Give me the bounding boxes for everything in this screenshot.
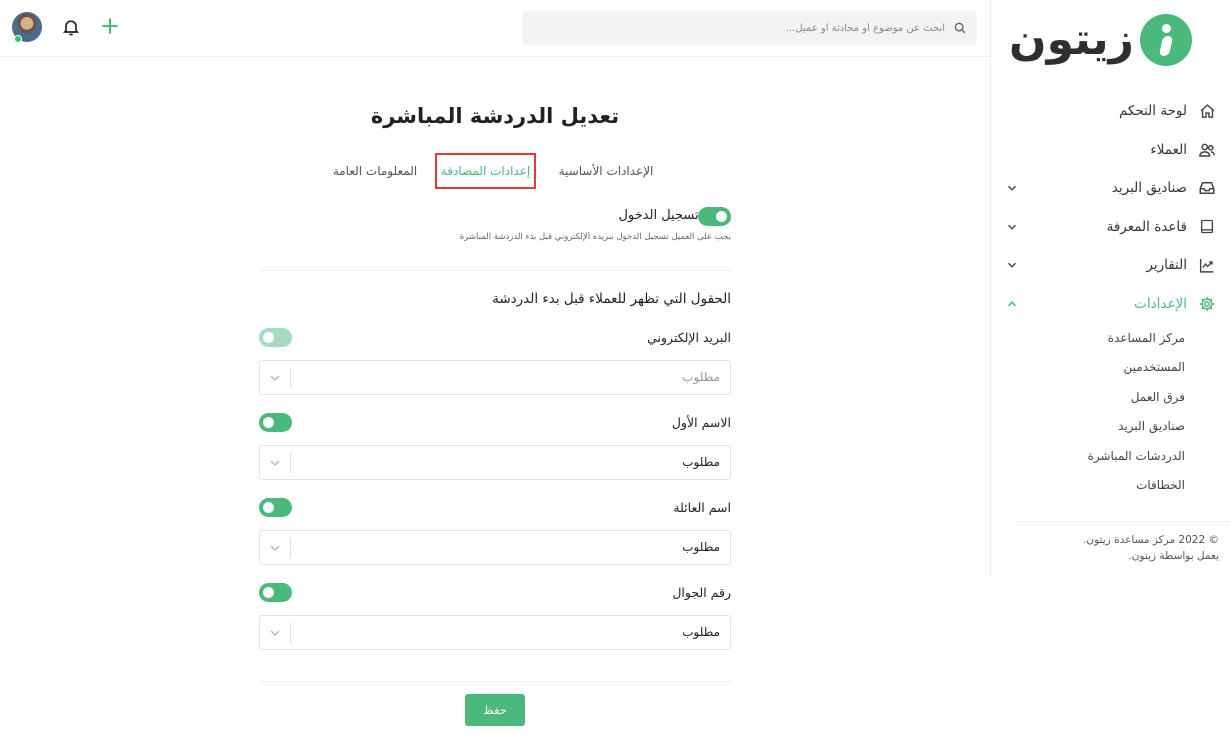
sidebar-item-knowledge-base[interactable]: قاعدة المعرفة bbox=[990, 208, 1230, 247]
plus-icon[interactable] bbox=[100, 16, 120, 36]
subnav-item-mailboxes[interactable]: صناديق البريد bbox=[990, 412, 1230, 442]
sidebar: زيتون لوحة التحكم العملاء صناديق البريد bbox=[990, 0, 1230, 576]
select-value: مطلوب bbox=[682, 455, 720, 469]
tab-basic-settings[interactable]: الإعدادات الأساسية bbox=[552, 153, 660, 189]
subnav-item-live-chats[interactable]: الدردشات المباشرة bbox=[990, 441, 1230, 471]
chevron-down-icon bbox=[270, 460, 280, 467]
field-label-last-name: اسم العائلة bbox=[673, 500, 731, 515]
sidebar-item-mailboxes[interactable]: صناديق البريد bbox=[990, 169, 1230, 208]
book-icon bbox=[1198, 218, 1216, 236]
sidebar-item-label: لوحة التحكم bbox=[1118, 103, 1187, 120]
logo-mark-icon bbox=[1140, 14, 1192, 66]
subnav-item-users[interactable]: المستخدمين bbox=[990, 353, 1230, 383]
select-value: مطلوب bbox=[682, 370, 720, 384]
field-label-mobile: رقم الجوال bbox=[672, 585, 731, 600]
powered-by-text: يعمل بواسطة زيتون. bbox=[1128, 550, 1219, 562]
save-button[interactable]: حفظ bbox=[465, 694, 525, 726]
sidebar-item-dashboard[interactable]: لوحة التحكم bbox=[990, 92, 1230, 131]
page-title: تعديل الدردشة المباشرة bbox=[370, 104, 620, 128]
home-icon bbox=[1198, 102, 1216, 120]
settings-tabs: الإعدادات الأساسية إعدادات المصادقة المع… bbox=[330, 153, 660, 189]
first-name-required-select[interactable]: مطلوب bbox=[259, 445, 731, 480]
chevron-down-icon[interactable] bbox=[1007, 222, 1017, 232]
sidebar-item-label: التقارير bbox=[1146, 257, 1187, 274]
login-required-toggle[interactable] bbox=[698, 207, 731, 226]
divider bbox=[259, 270, 731, 271]
chevron-down-icon[interactable] bbox=[1007, 260, 1017, 270]
sidebar-nav: لوحة التحكم العملاء صناديق البريد قاعدة … bbox=[990, 92, 1230, 500]
sidebar-item-label: قاعدة المعرفة bbox=[1106, 218, 1187, 235]
sidebar-item-settings[interactable]: الإعدادات bbox=[990, 285, 1230, 324]
chevron-down-icon bbox=[270, 375, 280, 382]
select-value: مطلوب bbox=[682, 540, 720, 554]
subnav-item-webhooks[interactable]: الخطافات bbox=[990, 471, 1230, 501]
users-icon bbox=[1198, 141, 1216, 159]
top-bar bbox=[0, 0, 990, 57]
mobile-required-select[interactable]: مطلوب bbox=[259, 615, 731, 650]
sidebar-footer: © 2022 مركز مساعدة زيتون. يعمل بواسطة زي… bbox=[1015, 521, 1230, 564]
select-value: مطلوب bbox=[682, 625, 720, 639]
mobile-toggle[interactable] bbox=[259, 583, 292, 602]
chart-line-icon bbox=[1198, 256, 1216, 274]
gear-icon bbox=[1198, 295, 1216, 313]
chevron-up-icon[interactable] bbox=[1007, 299, 1017, 309]
brand-logo[interactable]: زيتون bbox=[1009, 12, 1192, 68]
sidebar-item-label: الإعدادات bbox=[1134, 295, 1187, 312]
search-input[interactable] bbox=[525, 22, 945, 34]
sidebar-item-customers[interactable]: العملاء bbox=[990, 131, 1230, 170]
first-name-toggle[interactable] bbox=[259, 413, 292, 432]
fields-section-title: الحقول التي تظهر للعملاء قبل بدء الدردشة bbox=[492, 291, 731, 307]
email-field-toggle[interactable] bbox=[259, 328, 292, 347]
subnav-item-teams[interactable]: فرق العمل bbox=[990, 382, 1230, 412]
bell-icon[interactable] bbox=[61, 17, 81, 37]
settings-subnav: مركز المساعدة المستخدمين فرق العمل صنادي… bbox=[990, 323, 1230, 500]
online-status-dot bbox=[14, 35, 22, 43]
field-label-first-name: الاسم الأول bbox=[671, 415, 731, 430]
inbox-icon bbox=[1198, 179, 1216, 197]
last-name-required-select[interactable]: مطلوب bbox=[259, 530, 731, 565]
logo-text: زيتون bbox=[1009, 14, 1134, 65]
sidebar-item-label: العملاء bbox=[1150, 141, 1187, 158]
tab-general-info[interactable]: المعلومات العامة bbox=[327, 153, 423, 189]
copyright-text: © 2022 مركز مساعدة زيتون. bbox=[1083, 534, 1219, 546]
chevron-down-icon bbox=[270, 630, 280, 637]
divider bbox=[259, 681, 731, 682]
last-name-toggle[interactable] bbox=[259, 498, 292, 517]
sidebar-item-reports[interactable]: التقارير bbox=[990, 246, 1230, 285]
sidebar-item-label: صناديق البريد bbox=[1111, 180, 1187, 197]
chevron-down-icon bbox=[270, 545, 280, 552]
search-bar[interactable] bbox=[522, 11, 977, 45]
login-required-hint: يجب على العميل تسجيل الدخول ببريده الإلك… bbox=[459, 232, 731, 242]
field-label-email: البريد الإلكتروني bbox=[647, 330, 731, 345]
tab-authentication-settings[interactable]: إعدادات المصادقة bbox=[435, 153, 536, 189]
email-required-select[interactable]: مطلوب bbox=[259, 360, 731, 395]
subnav-item-help-center[interactable]: مركز المساعدة bbox=[990, 323, 1230, 353]
search-icon bbox=[954, 22, 966, 34]
chevron-down-icon[interactable] bbox=[1007, 183, 1017, 193]
